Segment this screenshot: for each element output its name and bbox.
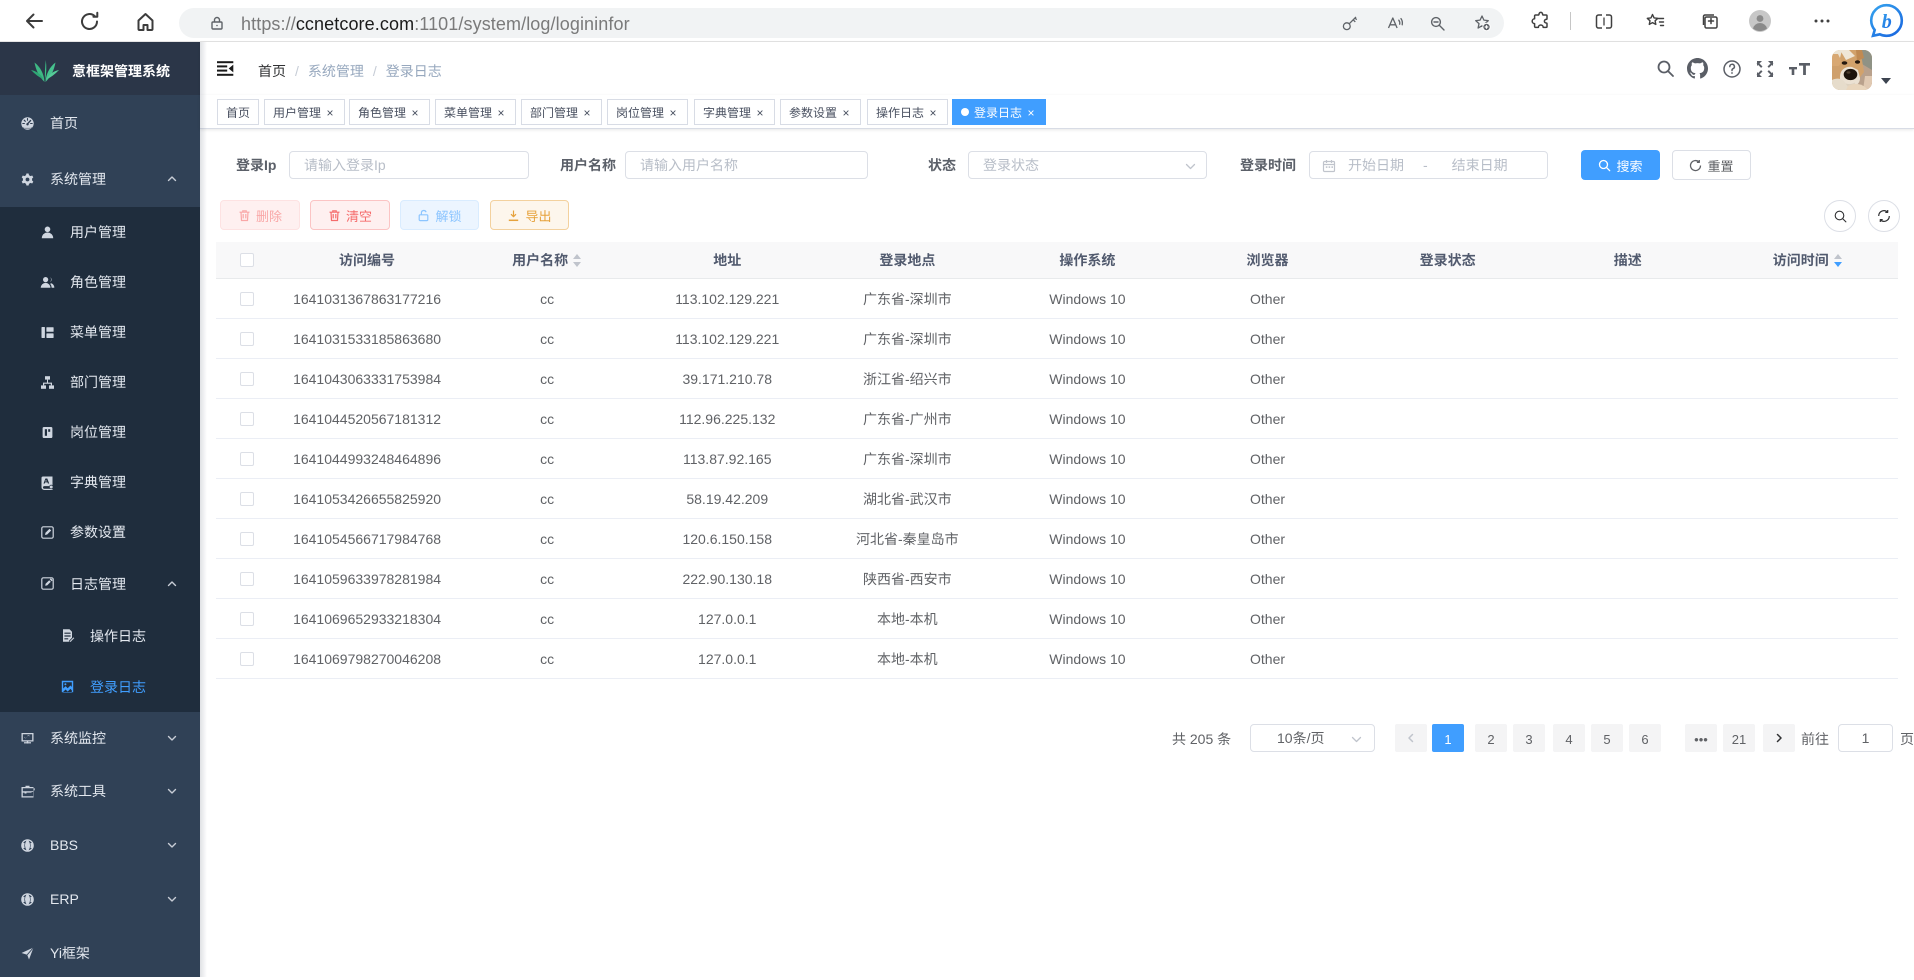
svg-text:b: b [1882,11,1892,33]
